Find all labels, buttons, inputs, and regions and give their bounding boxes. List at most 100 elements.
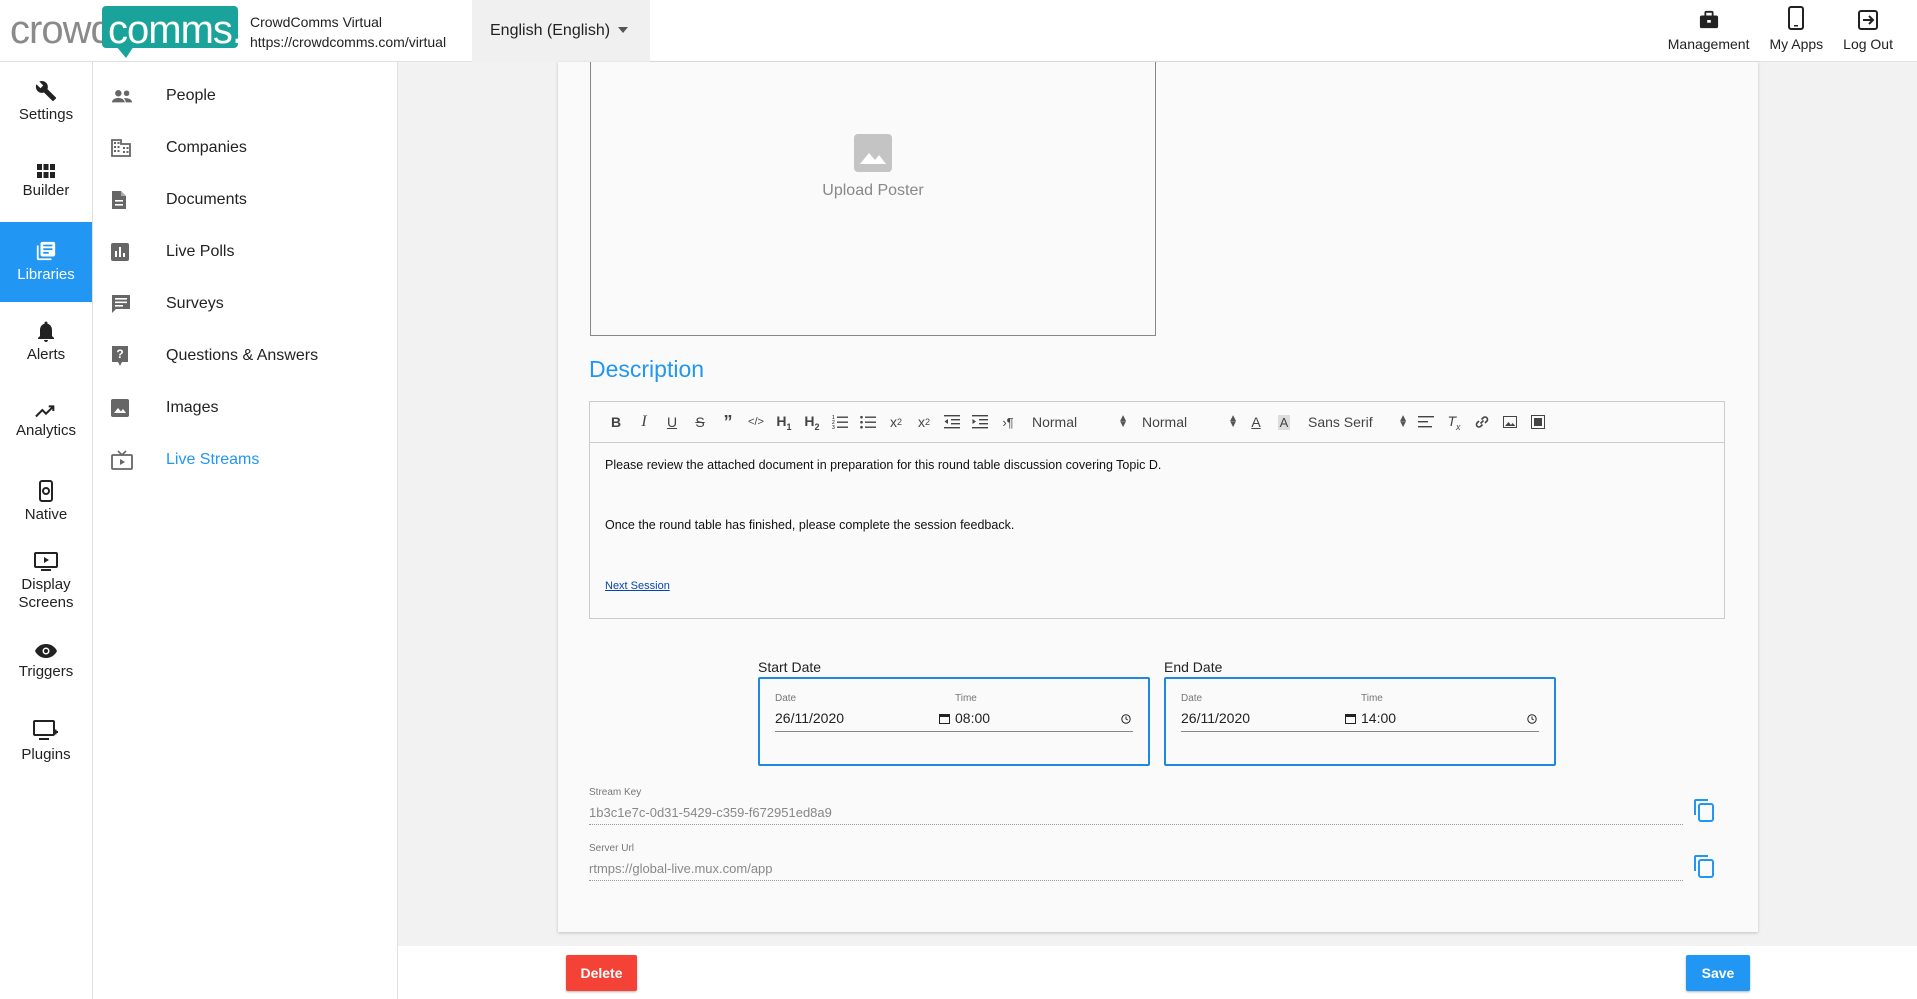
- server-url-underline: [589, 880, 1683, 881]
- subnav-item-live-polls[interactable]: Live Polls: [93, 232, 397, 272]
- rail-item-native[interactable]: Native: [0, 462, 92, 542]
- font-select[interactable]: Sans Serif ▲ ▼: [1304, 410, 1412, 434]
- save-button[interactable]: Save: [1686, 955, 1750, 991]
- libraries-sidebar: People Companies Documents Live Polls Su…: [93, 62, 398, 999]
- plugin-icon: [33, 720, 58, 740]
- crowdcomms-logo[interactable]: crowd comms.: [10, 6, 243, 58]
- rail-label: Triggers: [18, 663, 74, 680]
- rail-item-builder[interactable]: Builder: [0, 142, 92, 222]
- stream-key-value[interactable]: 1b3c1e7c-0d31-5429-c359-f672951ed8a9: [589, 805, 832, 820]
- start-date-input[interactable]: 26/11/2020: [775, 710, 844, 726]
- select-arrows-icon: ▲ ▼: [1398, 413, 1408, 430]
- calendar-icon[interactable]: [939, 713, 950, 724]
- rail-label: Analytics: [15, 422, 77, 439]
- rail-item-libraries[interactable]: Libraries: [0, 222, 92, 302]
- subnav-item-surveys[interactable]: Surveys: [93, 284, 397, 324]
- mobile-settings-icon: [39, 480, 53, 502]
- start-date-sublabel: Date: [775, 693, 797, 704]
- code-button[interactable]: </>: [742, 410, 770, 434]
- description-paragraph: Once the round table has finished, pleas…: [605, 518, 1015, 532]
- survey-icon: [112, 295, 130, 313]
- logo-text-comms: comms.: [108, 8, 243, 52]
- description-editor[interactable]: B I U S ” </> H1 H2 123 x2 x2 ›¶ Normal …: [589, 401, 1725, 619]
- rail-item-display-screens[interactable]: Display Screens: [0, 542, 92, 622]
- align-icon[interactable]: [1412, 410, 1440, 434]
- calendar-icon[interactable]: [1345, 713, 1356, 724]
- delete-button[interactable]: Delete: [566, 955, 637, 991]
- briefcase-icon: [1699, 10, 1718, 29]
- clear-format-icon[interactable]: Tx: [1440, 410, 1468, 434]
- indent-icon[interactable]: [966, 410, 994, 434]
- rail-label: Native: [24, 506, 68, 523]
- subnav-item-companies[interactable]: Companies: [93, 128, 397, 168]
- bullet-list-icon[interactable]: [854, 410, 882, 434]
- my-apps-button[interactable]: My Apps: [1759, 0, 1833, 62]
- rail-item-analytics[interactable]: Analytics: [0, 382, 92, 462]
- upload-poster-prompt: Upload Poster: [591, 134, 1155, 200]
- clock-icon[interactable]: [1121, 714, 1131, 724]
- insert-video-icon[interactable]: [1524, 410, 1552, 434]
- subnav-label: Surveys: [166, 295, 224, 312]
- description-heading: Description: [589, 356, 705, 382]
- subnav-item-live-streams[interactable]: Live Streams: [93, 440, 397, 480]
- language-value: English (English): [490, 22, 611, 39]
- link-icon[interactable]: [1468, 410, 1496, 434]
- italic-button[interactable]: I: [630, 410, 658, 434]
- building-icon: [111, 139, 131, 157]
- subnav-item-documents[interactable]: Documents: [93, 180, 397, 220]
- ordered-list-icon[interactable]: 123: [826, 410, 854, 434]
- underline-button[interactable]: U: [658, 410, 686, 434]
- people-icon: [111, 90, 133, 103]
- subnav-item-people[interactable]: People: [93, 76, 397, 116]
- server-url-value[interactable]: rtmps://global-live.mux.com/app: [589, 861, 773, 876]
- text-direction-button[interactable]: ›¶: [994, 410, 1022, 434]
- bold-button[interactable]: B: [602, 410, 630, 434]
- header1-button[interactable]: H1: [770, 410, 798, 434]
- copy-stream-key-icon[interactable]: [1693, 798, 1715, 822]
- upload-poster-dropzone[interactable]: Upload Poster: [590, 62, 1156, 336]
- top-bar: crowd comms. CrowdComms Virtual https://…: [0, 0, 1917, 62]
- svg-text:3: 3: [832, 425, 835, 429]
- end-date-input[interactable]: 26/11/2020: [1181, 710, 1250, 726]
- superscript-button[interactable]: x2: [910, 410, 938, 434]
- insert-image-icon[interactable]: [1496, 410, 1524, 434]
- next-session-link[interactable]: Next Session: [605, 580, 670, 592]
- editor-toolbar: B I U S ” </> H1 H2 123 x2 x2 ›¶ Normal …: [590, 402, 1724, 443]
- editor-content[interactable]: Please review the attached document in p…: [590, 443, 1724, 609]
- rail-item-plugins[interactable]: Plugins: [0, 702, 92, 782]
- start-date-label: Start Date: [758, 659, 822, 675]
- end-time-input[interactable]: 14:00: [1361, 710, 1396, 726]
- document-icon: [112, 191, 126, 209]
- image-icon: [111, 399, 129, 417]
- log-out-button[interactable]: Log Out: [1833, 0, 1917, 62]
- size-select[interactable]: Normal ▲ ▼: [1028, 410, 1132, 434]
- copy-server-url-icon[interactable]: [1693, 854, 1715, 878]
- rail-item-settings[interactable]: Settings: [0, 62, 92, 142]
- management-button[interactable]: Management: [1658, 0, 1760, 62]
- outdent-icon[interactable]: [938, 410, 966, 434]
- logout-icon: [1858, 10, 1879, 30]
- subscript-button[interactable]: x2: [882, 410, 910, 434]
- clock-icon[interactable]: [1527, 714, 1537, 724]
- header-select[interactable]: Normal ▲ ▼: [1138, 410, 1242, 434]
- phone-icon: [1788, 6, 1805, 30]
- subnav-label: Questions & Answers: [166, 347, 319, 364]
- font-select-value: Sans Serif: [1308, 414, 1373, 430]
- bell-icon: [38, 321, 54, 342]
- strike-button[interactable]: S: [686, 410, 714, 434]
- end-date-sublabel: Date: [1181, 693, 1203, 704]
- blockquote-button[interactable]: ”: [714, 410, 742, 434]
- rail-label: Builder: [22, 182, 70, 199]
- subnav-item-images[interactable]: Images: [93, 388, 397, 428]
- input-underline: [1181, 731, 1539, 732]
- svg-text:?: ?: [116, 347, 123, 361]
- rail-item-triggers[interactable]: Triggers: [0, 622, 92, 702]
- language-select[interactable]: English (English): [472, 0, 650, 62]
- subnav-item-questions-answers[interactable]: ? Questions & Answers: [93, 336, 397, 376]
- text-color-icon[interactable]: A: [1242, 410, 1270, 434]
- rail-item-alerts[interactable]: Alerts: [0, 302, 92, 382]
- background-color-icon[interactable]: A: [1270, 410, 1298, 434]
- start-time-input[interactable]: 08:00: [955, 710, 990, 726]
- size-select-value: Normal: [1032, 414, 1078, 430]
- header2-button[interactable]: H2: [798, 410, 826, 434]
